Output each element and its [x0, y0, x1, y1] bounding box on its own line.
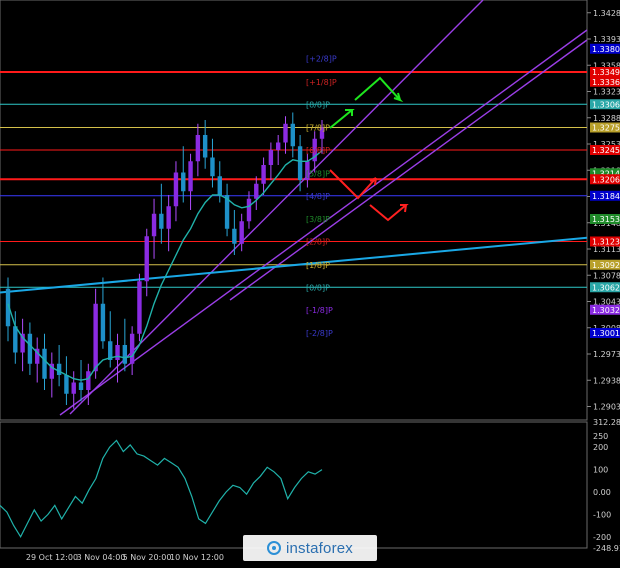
oscillator-tick-label: -248.9149 [593, 544, 620, 553]
candle-body [137, 281, 142, 334]
price-pane [0, 0, 588, 421]
oscillator-tick-label: -200 [593, 533, 611, 542]
murrey-level-label: [7/8]P [306, 124, 330, 133]
time-tick-label: 10 Nov 12:00 [170, 553, 224, 562]
candle-body [188, 161, 193, 192]
price-tick-label: 1.3288 [593, 114, 620, 123]
candle-body [144, 236, 149, 282]
candle-body [210, 157, 215, 177]
price-tick-label: 1.3323 [593, 88, 620, 97]
oscillator-tick-label: 100 [593, 466, 608, 475]
price-marker-label: 1.3032 [592, 306, 620, 315]
candle-body [13, 326, 18, 353]
price-tick-label: 1.3428 [593, 9, 620, 18]
candle-body [290, 123, 295, 147]
candle-body [268, 150, 274, 165]
price-marker-label: 1.3380 [592, 45, 620, 54]
candle-body [275, 142, 281, 150]
murrey-level-label: [0/8]P [306, 283, 330, 292]
price-marker-label: 1.3245 [592, 146, 620, 155]
candle-body [42, 348, 47, 379]
candle-body [78, 382, 84, 390]
candle-body [64, 375, 69, 394]
murrey-level-label: [3/8]P [306, 215, 330, 224]
candle-body [100, 303, 106, 342]
price-marker-label: 1.3153 [592, 215, 620, 224]
murrey-level-label: [-1/8]P [306, 306, 333, 315]
candle-body [173, 172, 179, 207]
price-marker-label: 1.3349 [592, 68, 620, 77]
oscillator-pane [0, 421, 588, 549]
candle-body [122, 345, 128, 364]
candle-body [151, 213, 157, 237]
oscillator-tick-label: 0.00 [593, 488, 611, 497]
oscillator-tick-label: 200 [593, 443, 608, 452]
oscillator-tick-label: 312.2872 [593, 418, 620, 427]
candle-body [93, 303, 98, 372]
price-marker-label: 1.3092 [592, 261, 620, 270]
candle-body [166, 206, 171, 229]
murrey-level-label: [2/8]P [306, 238, 330, 247]
price-marker-label: 1.3206 [592, 175, 620, 184]
murrey-level-label: [+2/8]P [306, 55, 337, 64]
candle-body [283, 123, 288, 143]
forex-chart: [+2/8]P [+1/8]P [8/8]P [7/8]P [6/8]P [5/8]P [4… [0, 0, 620, 564]
candle-body [202, 135, 208, 158]
candle-body [56, 363, 62, 375]
oscillator-tick-label: -100 [593, 510, 611, 519]
price-tick-label: 1.2973 [593, 350, 620, 359]
candle-body [159, 213, 164, 229]
candle-body [181, 172, 186, 192]
price-marker-label: 1.3306 [592, 100, 620, 109]
candle-body [129, 333, 135, 364]
price-marker-label: 1.3001 [592, 329, 620, 338]
candle-body [232, 228, 237, 244]
murrey-level-label: [+1/8]P [306, 78, 337, 87]
watermark-text: instaforex [285, 539, 354, 557]
candle-body [217, 176, 222, 195]
price-tick-label: 1.3078 [593, 271, 620, 280]
murrey-level-label: [5/8]P [306, 169, 330, 178]
time-tick-label: 29 Oct 12:00 [26, 553, 78, 562]
candle-body [71, 382, 76, 394]
candle-body [195, 135, 201, 162]
chart-canvas: [+2/8]P [+1/8]P [8/8]P [7/8]P [6/8]P [5/8]P [4… [0, 0, 620, 562]
brand-icon [266, 541, 281, 555]
murrey-level-label: [8/8]P [306, 100, 330, 109]
murrey-level-label: [4/8]P [306, 192, 330, 201]
price-tick-label: 1.3393 [593, 35, 620, 44]
time-tick-label: 3 Nov 04:00 [77, 553, 126, 562]
price-marker-label: 1.3275 [592, 124, 620, 133]
murrey-level-label: [-2/8]P [306, 329, 333, 338]
candle-body [254, 183, 259, 199]
time-tick-label: 5 Nov 20:00 [123, 553, 172, 562]
price-tick-label: 1.2903 [593, 403, 620, 412]
candle-body [261, 165, 266, 184]
price-tick-label: 1.2938 [593, 376, 620, 385]
candle-body [86, 371, 91, 390]
candle-body [239, 221, 244, 244]
murrey-level-label: [6/8]P [306, 146, 330, 155]
murrey-level-label: [1/8]P [306, 261, 330, 270]
price-marker-label: 1.3062 [592, 283, 620, 292]
candle-body [297, 146, 303, 180]
price-marker-label: 1.3184 [592, 192, 620, 201]
price-marker-label: 1.3336 [592, 78, 620, 87]
candle-body [115, 345, 120, 360]
candle-body [246, 198, 252, 222]
oscillator-tick-label: 250 [593, 432, 608, 441]
candle-body [27, 333, 33, 364]
watermark: instaforex [243, 535, 377, 561]
price-marker-label: 1.3123 [592, 238, 620, 247]
